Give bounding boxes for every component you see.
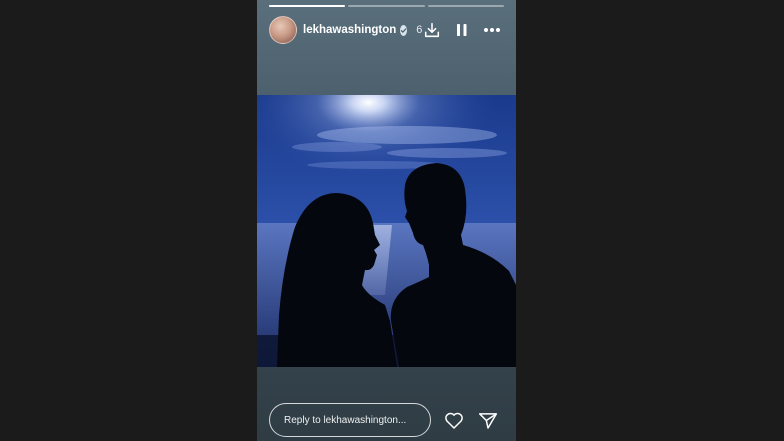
- download-icon[interactable]: [422, 20, 442, 40]
- pause-icon[interactable]: [452, 20, 472, 40]
- avatar[interactable]: [269, 16, 297, 44]
- progress-fill-1: [269, 5, 346, 7]
- reply-actions: [444, 410, 502, 430]
- story-viewer: lekhawashington 6: [257, 0, 516, 441]
- progress-segment-1: [269, 5, 346, 7]
- story-header: lekhawashington 6: [269, 16, 502, 44]
- header-actions: [422, 20, 502, 40]
- reply-input[interactable]: [269, 403, 431, 437]
- more-options-icon[interactable]: [482, 20, 502, 40]
- heart-icon[interactable]: [444, 410, 464, 430]
- progress-segment-2: [348, 5, 425, 7]
- story-photo: [257, 95, 516, 367]
- username[interactable]: lekhawashington: [303, 24, 396, 36]
- story-progress-bar: [269, 5, 504, 7]
- progress-segment-3: [427, 5, 504, 7]
- verified-badge-icon: [400, 24, 408, 36]
- send-icon[interactable]: [478, 410, 498, 430]
- reply-bar: [269, 402, 502, 438]
